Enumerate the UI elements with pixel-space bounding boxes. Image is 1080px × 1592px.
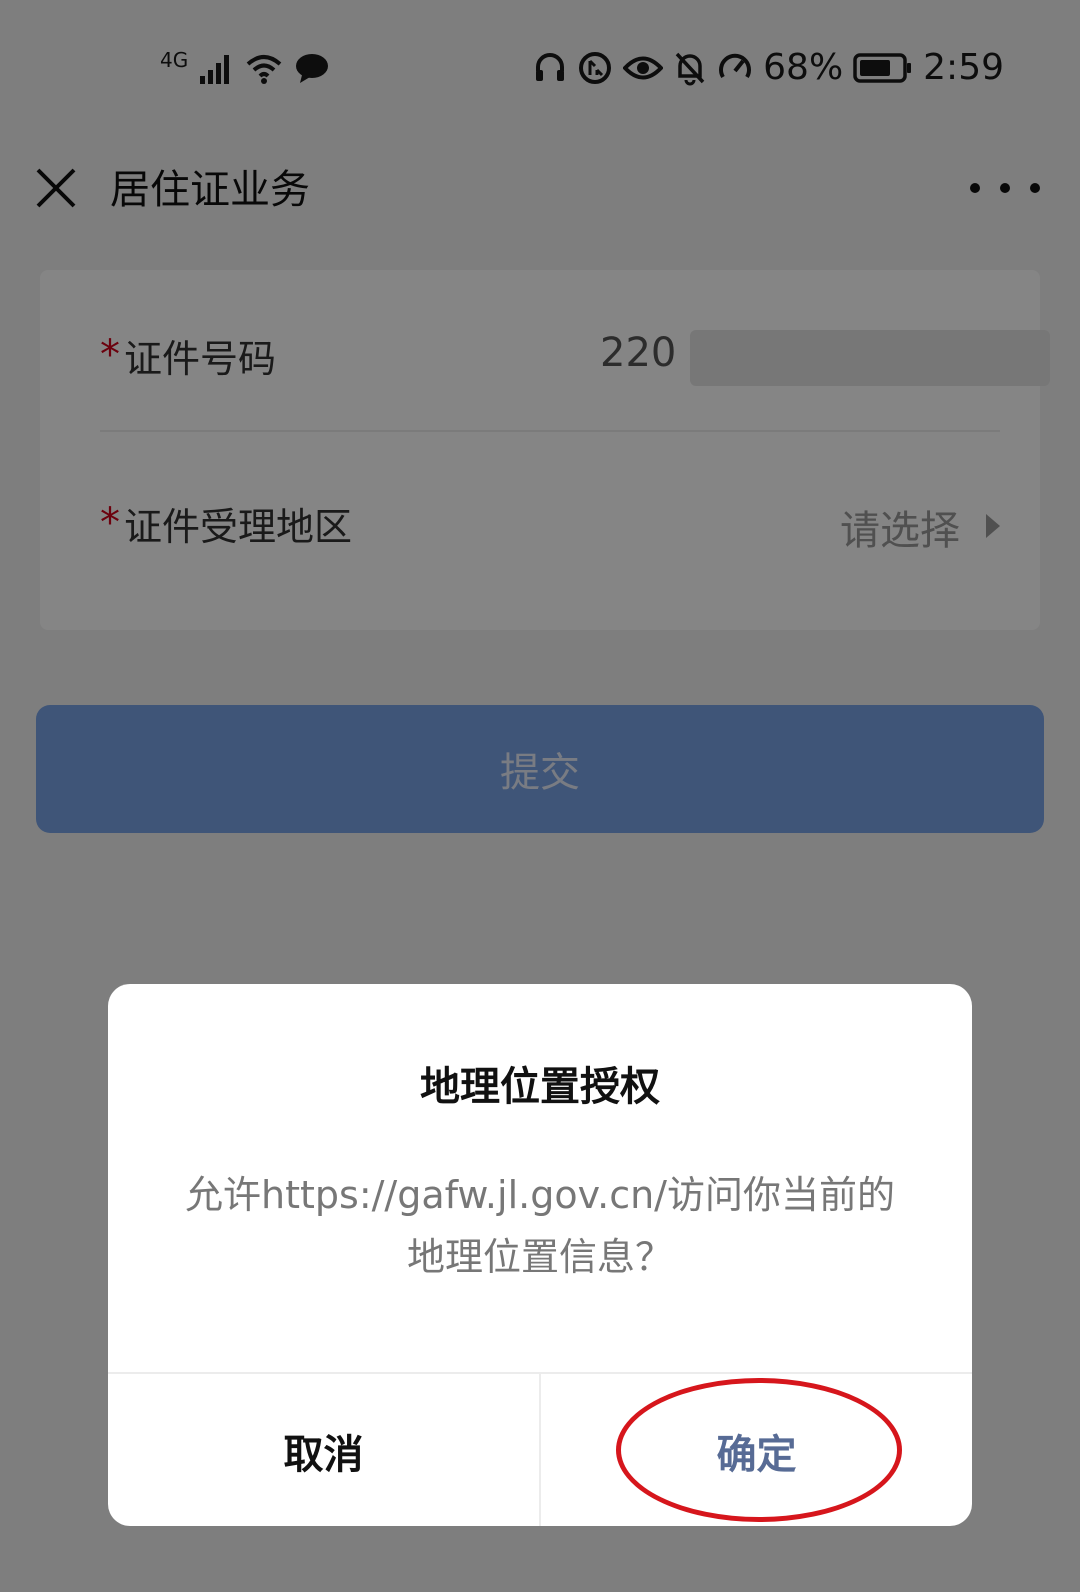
- dialog-title: 地理位置授权: [420, 1064, 660, 1110]
- location-permission-dialog: 地理位置授权 允许https://gafw.jl.gov.cn/访问你当前的地理…: [108, 984, 972, 1526]
- annotation-circle: [616, 1378, 902, 1522]
- cancel-button[interactable]: 取消: [108, 1374, 541, 1526]
- dialog-message: 允许https://gafw.jl.gov.cn/访问你当前的地理位置信息？: [185, 1173, 895, 1279]
